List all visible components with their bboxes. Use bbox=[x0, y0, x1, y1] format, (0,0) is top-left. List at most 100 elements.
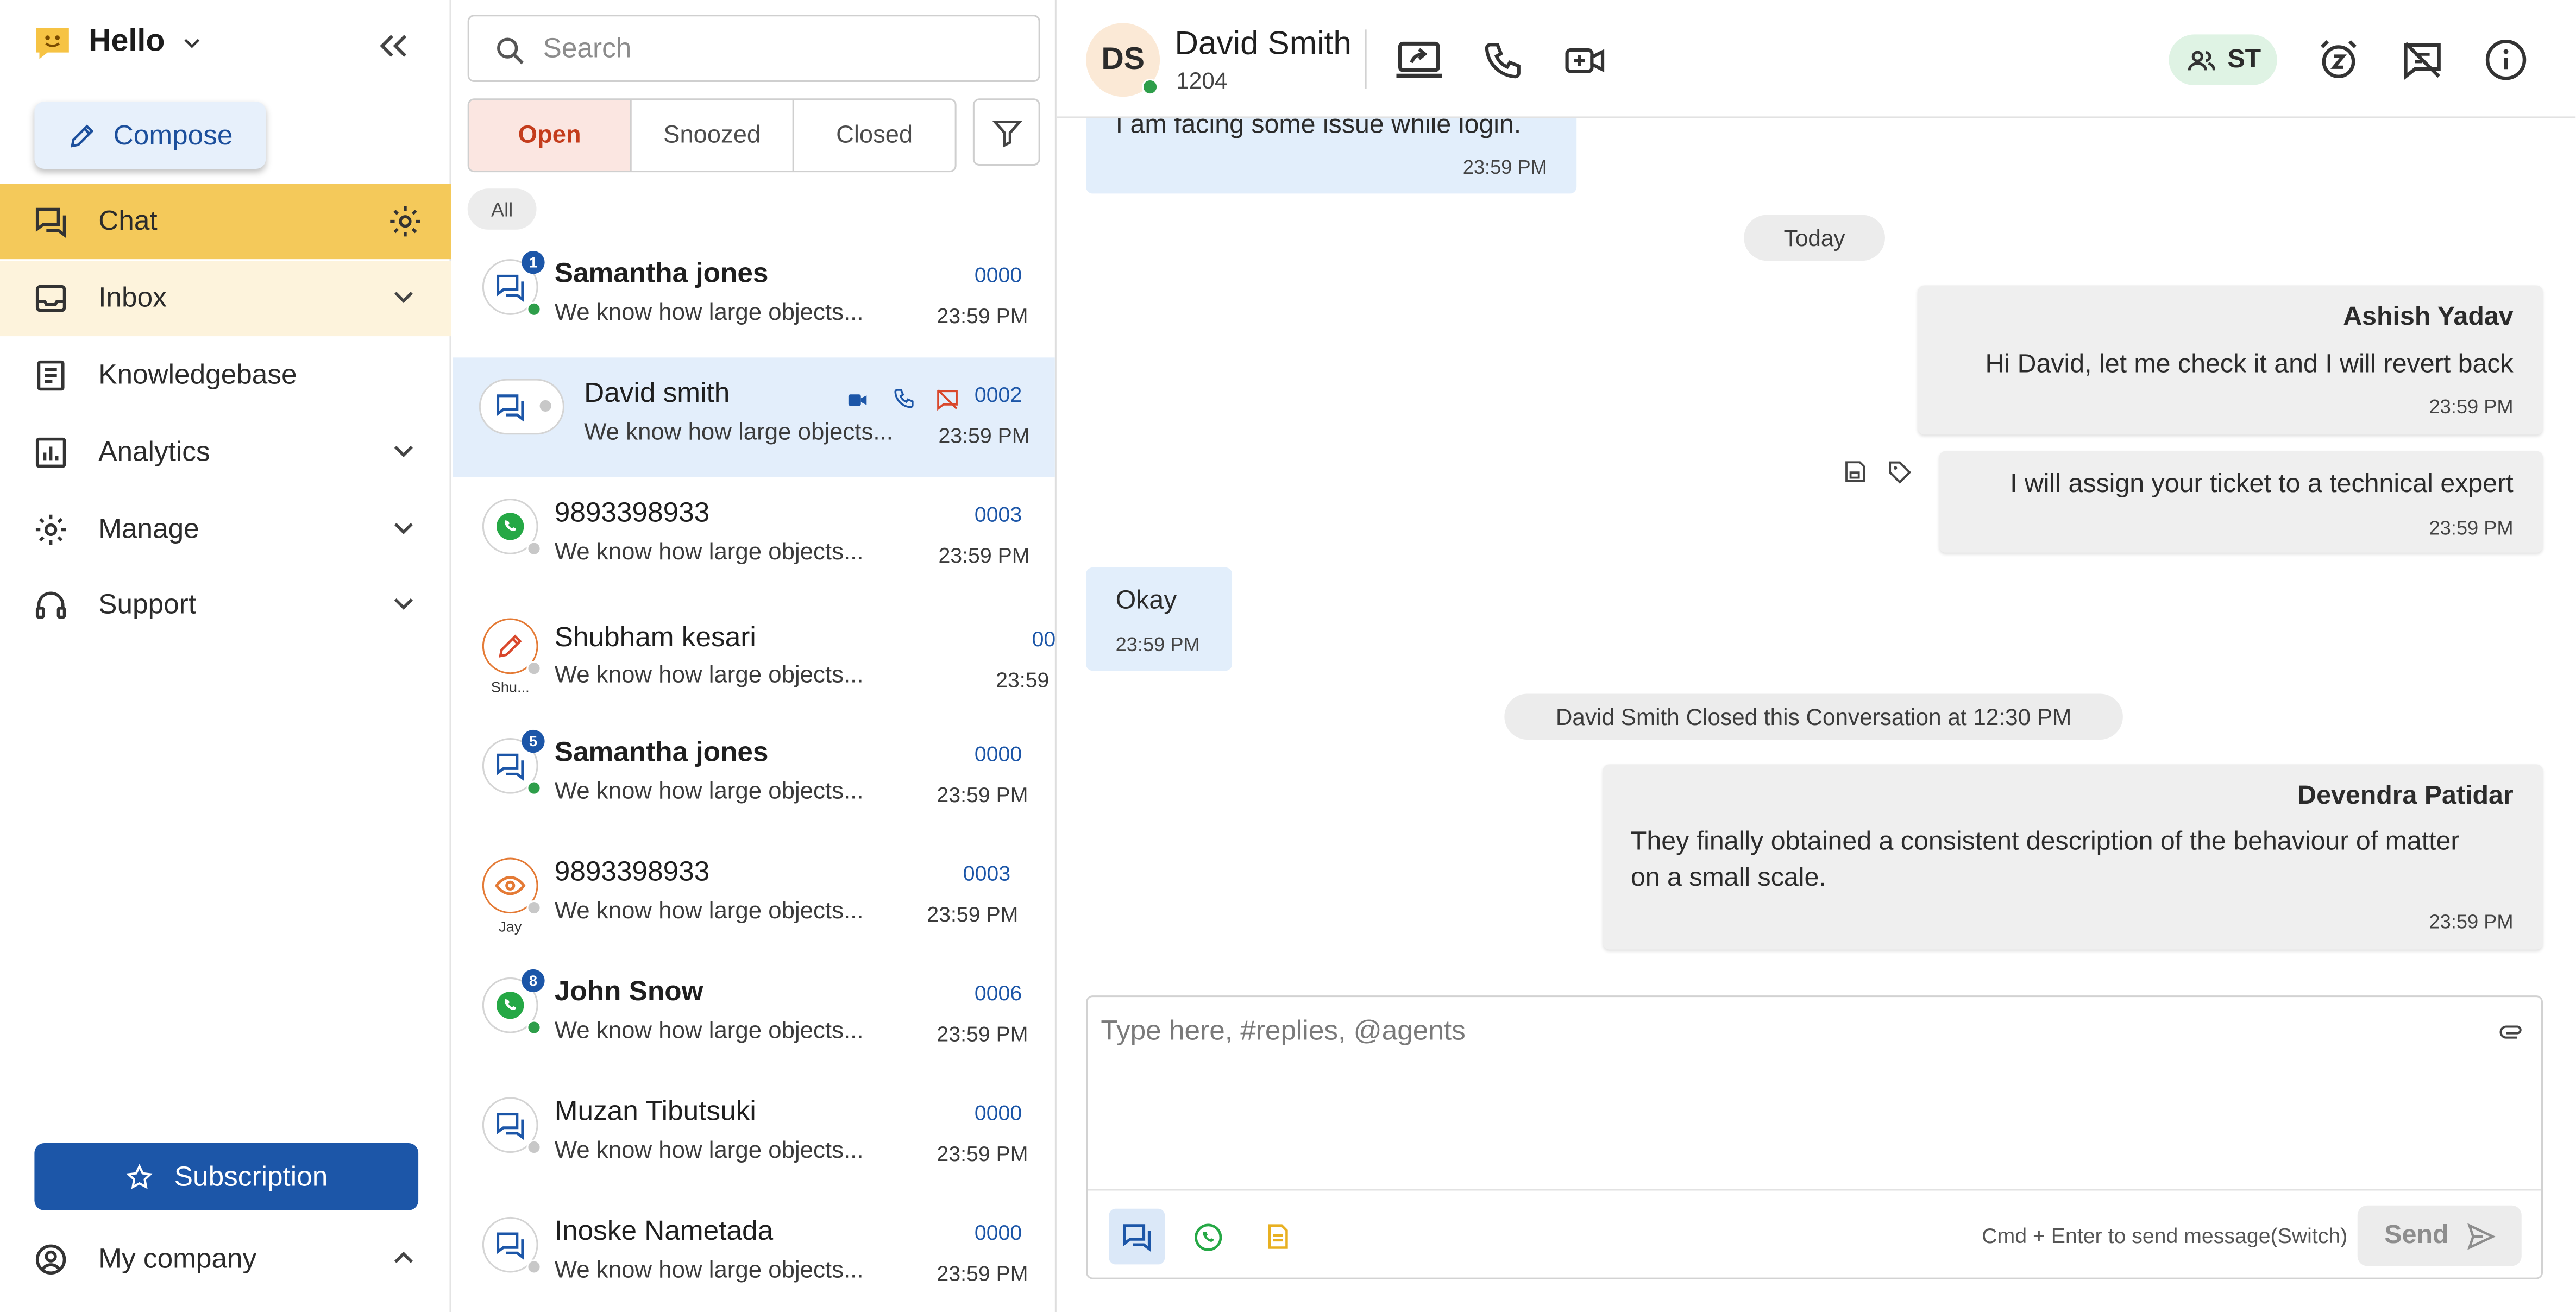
video-call-icon[interactable] bbox=[1563, 39, 1606, 82]
pencil-icon bbox=[499, 634, 522, 658]
chevron-down-icon bbox=[394, 445, 413, 457]
tab-snoozed[interactable]: Snoozed bbox=[632, 100, 794, 171]
sidebar-item-analytics[interactable]: Analytics bbox=[0, 415, 451, 490]
search-icon bbox=[497, 37, 524, 65]
offline-status-dot bbox=[538, 398, 553, 414]
conversation-row[interactable]: Jay 9893398933 We know how large objects… bbox=[453, 836, 1055, 956]
conversation-row-selected[interactable]: David smith We know how large objects...… bbox=[453, 357, 1055, 477]
conversation-row[interactable]: 8 John Snow We know how large objects...… bbox=[453, 956, 1055, 1076]
message-preview: We know how large objects... bbox=[554, 539, 864, 566]
ticket-id: 0000 bbox=[974, 741, 1022, 766]
chat-icon bbox=[497, 394, 524, 422]
system-event-message: David Smith Closed this Conversation at … bbox=[1504, 693, 2123, 740]
online-status-dot bbox=[1141, 78, 1159, 96]
sidebar-item-inbox[interactable]: Inbox bbox=[0, 261, 451, 337]
channel-avatar: 5 bbox=[482, 729, 545, 796]
search-input[interactable]: Search bbox=[467, 15, 1040, 82]
send-button[interactable]: Send bbox=[2357, 1205, 2522, 1266]
outgoing-message: Devendra Patidar They finally obtained a… bbox=[1603, 764, 2543, 950]
conversation-row[interactable]: Shu... Shubham kesari We know how large … bbox=[453, 597, 1055, 716]
online-status-dot bbox=[526, 780, 542, 796]
screen-share-icon[interactable] bbox=[1394, 39, 1444, 82]
whatsapp-channel-button[interactable] bbox=[1179, 1209, 1235, 1265]
sidebar-item-label: Knowledgebase bbox=[98, 359, 297, 390]
send-label: Send bbox=[2384, 1221, 2449, 1249]
note-channel-button[interactable] bbox=[1250, 1209, 1306, 1265]
date-divider: Today bbox=[1744, 215, 1885, 261]
contact-avatar[interactable]: DS bbox=[1086, 23, 1160, 97]
phone-icon bbox=[894, 389, 914, 408]
collapse-sidebar-icon[interactable] bbox=[374, 26, 413, 65]
app-logo-icon bbox=[36, 28, 69, 59]
message-time: 23:59 PM bbox=[1462, 155, 1547, 179]
sender-name: Ashish Yadav bbox=[2343, 303, 2514, 332]
tag-icon[interactable] bbox=[1887, 459, 1913, 485]
conversation-row[interactable]: Muzan Tibutsuki We know how large object… bbox=[453, 1076, 1055, 1195]
message-time: 23:59 PM bbox=[2429, 395, 2514, 419]
close-conversation-icon[interactable] bbox=[2400, 37, 2445, 82]
conversation-row[interactable]: 1 Samantha jones We know how large objec… bbox=[453, 238, 1055, 357]
contact-name: Inoske Nametada bbox=[554, 1215, 774, 1247]
whatsapp-icon bbox=[497, 513, 524, 540]
phone-icon[interactable] bbox=[1481, 39, 1524, 82]
sidebar-item-my-company[interactable]: My company bbox=[0, 1222, 451, 1297]
channel-avatar bbox=[482, 618, 542, 676]
headset-icon bbox=[35, 591, 66, 619]
compose-button[interactable]: Compose bbox=[34, 102, 266, 169]
chat-channel-button[interactable] bbox=[1109, 1208, 1165, 1265]
sidebar-item-label: Analytics bbox=[98, 436, 210, 468]
assignee-pill[interactable]: ST bbox=[2169, 34, 2277, 86]
message-text: Okay bbox=[1115, 587, 1177, 615]
save-icon[interactable] bbox=[1842, 459, 1867, 484]
agent-caption: Jay bbox=[499, 918, 522, 935]
ticket-id: 0003 bbox=[963, 861, 1011, 886]
message-time: 23:59 PM bbox=[937, 782, 1028, 807]
brand-switcher[interactable]: Hello bbox=[33, 23, 204, 62]
sender-name: Devendra Patidar bbox=[2297, 782, 2514, 810]
subscription-button[interactable]: Subscription bbox=[34, 1143, 419, 1210]
info-icon[interactable] bbox=[2484, 37, 2528, 82]
search-placeholder: Search bbox=[543, 31, 632, 64]
contact-initials: DS bbox=[1101, 42, 1145, 77]
contact-name: David smith bbox=[584, 377, 730, 408]
sidebar-item-support[interactable]: Support bbox=[0, 567, 451, 643]
chat-header: DS David Smith 1204 ST bbox=[1056, 0, 2576, 118]
message-preview: We know how large objects... bbox=[554, 1258, 864, 1284]
filter-button[interactable] bbox=[972, 98, 1040, 166]
conversation-row[interactable]: 9893398933 We know how large objects... … bbox=[453, 477, 1055, 597]
conversation-row[interactable]: Inoske Nametada We know how large object… bbox=[453, 1196, 1055, 1312]
analytics-icon bbox=[35, 437, 66, 468]
online-status-dot bbox=[526, 301, 542, 317]
sidebar-item-knowledgebase[interactable]: Knowledgebase bbox=[0, 338, 451, 413]
channel-avatar bbox=[482, 1097, 542, 1155]
contact-name: 9893398933 bbox=[554, 497, 710, 528]
sidebar-item-manage[interactable]: Manage bbox=[0, 492, 451, 567]
message-time: 23:59 PM bbox=[938, 543, 1030, 567]
message-time: 23:59 bbox=[996, 667, 1050, 692]
message-time: 23:59 PM bbox=[2429, 910, 2514, 933]
channel-avatar: 8 bbox=[482, 969, 545, 1035]
chevron-down-icon bbox=[394, 292, 413, 304]
message-composer[interactable]: Type here, #replies, @agents Cmd + Enter… bbox=[1086, 995, 2543, 1279]
sidebar-item-chat[interactable]: Chat bbox=[0, 184, 451, 260]
ticket-id: 0003 bbox=[974, 502, 1022, 527]
gear-icon bbox=[35, 514, 66, 545]
tab-closed[interactable]: Closed bbox=[794, 100, 955, 171]
contact-name: Samantha jones bbox=[554, 257, 769, 289]
attachment-icon[interactable] bbox=[2498, 1020, 2524, 1046]
unread-badge: 5 bbox=[522, 729, 545, 753]
channel-avatar bbox=[482, 1216, 542, 1275]
gear-icon[interactable] bbox=[387, 203, 423, 239]
filter-icon bbox=[991, 119, 1022, 147]
sidebar-item-label: Manage bbox=[98, 513, 199, 545]
ticket-id: 0000 bbox=[974, 1220, 1022, 1245]
snooze-alarm-icon[interactable] bbox=[2316, 37, 2361, 82]
offline-status-dot bbox=[526, 900, 542, 916]
chat-panel: I am facing some issue while login. 23:5… bbox=[1056, 0, 2576, 1312]
contact-name: Shubham kesari bbox=[554, 621, 756, 653]
tab-open[interactable]: Open bbox=[469, 100, 632, 171]
filter-chip-all[interactable]: All bbox=[467, 188, 537, 230]
brand-name: Hello bbox=[89, 24, 165, 59]
chevron-down-icon bbox=[185, 39, 200, 48]
conversation-row[interactable]: 5 Samantha jones We know how large objec… bbox=[453, 717, 1055, 836]
